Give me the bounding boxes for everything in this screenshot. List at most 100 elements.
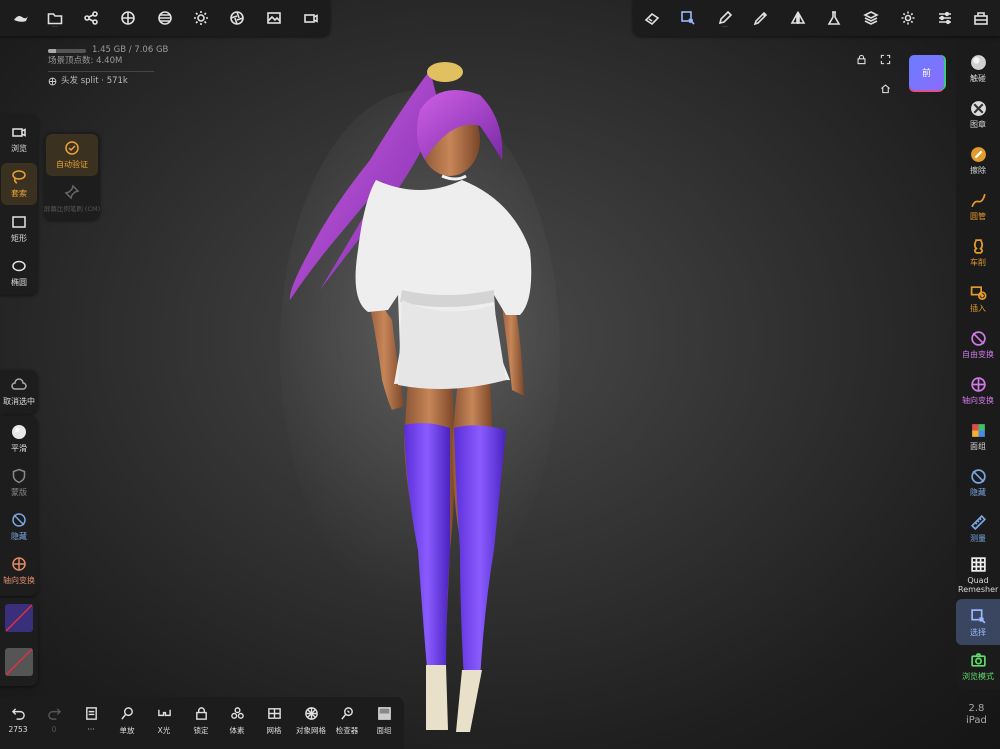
right-tool-panel: 触碰 图章 擦除 圆管 车削 插入 自由变换 轴向变换 面组 隐藏 测量 Qua… — [956, 43, 1000, 689]
lock-icon — [195, 707, 207, 720]
touch-sphere-icon — [970, 54, 986, 70]
cloud-icon — [11, 378, 27, 390]
lock-button[interactable]: 锁定 — [183, 703, 219, 743]
interface-button[interactable] — [966, 3, 996, 33]
primary-color-swatch[interactable] — [5, 604, 33, 632]
topology-button[interactable] — [113, 3, 143, 33]
fullscreen-button[interactable] — [870, 44, 900, 74]
document-button[interactable]: ··· — [73, 703, 109, 743]
image-icon — [267, 12, 281, 24]
background-button[interactable] — [259, 3, 289, 33]
mesh-button[interactable]: 网格 — [256, 703, 292, 743]
tool-hide[interactable]: 隐藏 — [956, 459, 1000, 505]
memory-text: 1.45 GB / 7.06 GB — [92, 45, 169, 55]
tool-browse-mode[interactable]: 浏览模式 — [956, 643, 1000, 689]
smooth-tool[interactable]: 平滑 — [0, 418, 38, 460]
inspector-button[interactable]: 检查器 — [329, 703, 365, 743]
voxel-button[interactable]: 体素 — [219, 703, 255, 743]
topology-icon — [121, 11, 135, 25]
swatch-slash-icon — [5, 648, 33, 676]
camera-button[interactable] — [296, 3, 326, 33]
lasso-tool[interactable]: 套索 — [1, 163, 37, 205]
layers-button[interactable] — [856, 3, 886, 33]
secondary-color-swatch[interactable] — [5, 648, 33, 676]
tool-select[interactable]: 选择 — [956, 599, 1000, 645]
mask-tool[interactable]: 蒙版 — [0, 462, 38, 504]
redo-button[interactable]: 0 — [36, 703, 72, 743]
vase-icon — [973, 238, 983, 254]
left-select-tools: 浏览 套索 矩形 椭圆 — [0, 115, 38, 295]
tool-settings-button[interactable] — [930, 3, 960, 33]
ellipse-icon — [12, 260, 26, 272]
tool-facegroup[interactable]: 面组 — [956, 413, 1000, 459]
ellipse-tool[interactable]: 椭圆 — [0, 253, 38, 293]
app-logo-button[interactable] — [6, 3, 36, 33]
files-button[interactable]: ··· — [40, 3, 70, 33]
share-nodes-icon — [84, 11, 98, 25]
tool-free-transform[interactable]: 自由变换 — [956, 321, 1000, 367]
symmetry-button[interactable] — [783, 3, 813, 33]
insert-plus-icon — [970, 285, 986, 300]
sun-icon — [194, 11, 208, 25]
flask-icon — [827, 11, 841, 25]
pin-option[interactable]: 屏幕比例笔刷 (CM) — [44, 178, 100, 218]
tool-tube[interactable]: 圆管 — [956, 183, 1000, 229]
sculpt-mode-button[interactable] — [637, 3, 667, 33]
hide-tool[interactable]: 隐藏 — [0, 506, 38, 548]
tool-erase[interactable]: 擦除 — [956, 137, 1000, 183]
glasses-icon — [157, 709, 171, 717]
gyro-icon — [12, 557, 26, 571]
sliders-icon — [939, 11, 951, 25]
character-model — [280, 62, 560, 732]
home-icon — [880, 83, 890, 93]
postprocess-button[interactable] — [222, 3, 252, 33]
settings-button[interactable] — [893, 3, 923, 33]
camera-icon — [970, 652, 986, 667]
view-cube-label: 前 — [921, 69, 931, 79]
view-cube[interactable]: 前 — [909, 55, 944, 90]
scene-button[interactable] — [76, 3, 106, 33]
home-view-button[interactable] — [870, 73, 900, 103]
tool-measure[interactable]: 测量 — [956, 505, 1000, 551]
magnifier-icon — [120, 707, 133, 720]
undo-button[interactable]: 2753 — [0, 703, 36, 743]
facegroup-view-button[interactable]: 面组 — [366, 703, 402, 743]
gyro-icon — [970, 376, 986, 392]
paint-button[interactable]: ··· — [710, 3, 740, 33]
check-circle-icon — [65, 141, 79, 155]
select-cursor-icon — [970, 608, 985, 623]
tube-curve-icon — [970, 193, 986, 207]
lighting-button[interactable] — [186, 3, 216, 33]
top-right-toolbar: ··· — [633, 0, 1000, 36]
tool-insert[interactable]: 插入 — [956, 275, 1000, 321]
browse-tool[interactable]: 浏览 — [0, 119, 38, 159]
ruler-icon — [970, 514, 986, 530]
inspector-magnifier-icon — [340, 707, 353, 720]
tool-touch[interactable]: 触碰 — [956, 45, 1000, 91]
brush-stack-icon — [644, 12, 660, 26]
mesh-grid-icon — [267, 708, 281, 719]
tool-axis-transform[interactable]: 轴向变换 — [956, 367, 1000, 413]
smooth-ball-icon — [12, 425, 26, 439]
gradient-square-icon — [377, 707, 391, 720]
axis-transform-tool[interactable]: 轴向变换 — [0, 550, 38, 592]
deselect-button[interactable]: 取消选中 — [0, 372, 38, 412]
tool-lathe[interactable]: 车削 — [956, 229, 1000, 275]
tool-quad-remesher[interactable]: Quad Remesher — [956, 551, 1000, 599]
object-mesh-button[interactable]: 对象网格 — [293, 703, 329, 743]
active-object-label: 头发 split · 571k — [61, 76, 128, 86]
select-mode-button[interactable] — [673, 3, 703, 33]
material-button[interactable] — [150, 3, 180, 33]
test-button[interactable] — [819, 3, 849, 33]
zoom-button[interactable]: 单放 — [109, 703, 145, 743]
gear-icon — [901, 11, 915, 25]
xray-button[interactable]: X光 — [146, 703, 182, 743]
tool-stamp[interactable]: 图章 — [956, 91, 1000, 137]
rectangle-icon — [12, 216, 26, 228]
stroke-button[interactable] — [746, 3, 776, 33]
hide-eye-icon — [970, 468, 986, 484]
active-object[interactable]: 头发 split · 571k — [48, 76, 168, 87]
memory-usage: 1.45 GB / 7.06 GB — [48, 45, 168, 56]
rectangle-tool[interactable]: 矩形 — [0, 209, 38, 249]
auto-verify-toggle[interactable]: 自动验证 — [46, 134, 98, 176]
